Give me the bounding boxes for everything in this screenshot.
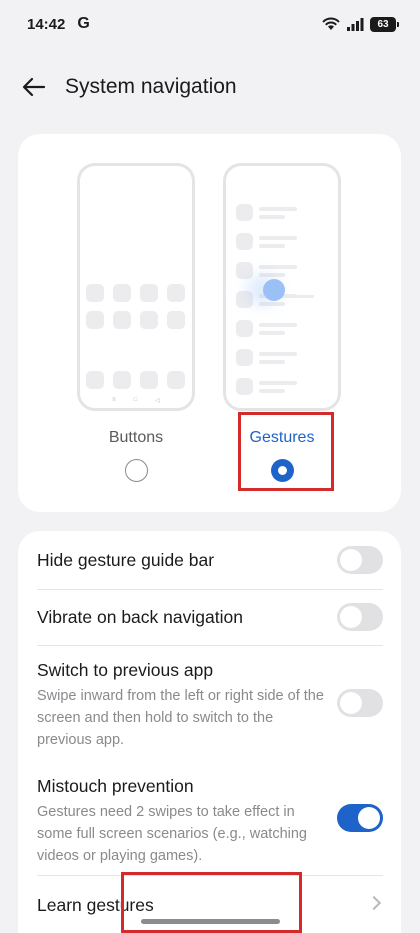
buttons-preview-phone[interactable]: ≡ □ ◁: [77, 163, 195, 411]
gestures-label: Gestures: [249, 429, 315, 446]
buttons-radio[interactable]: [125, 459, 148, 482]
hide-guide-bar-row[interactable]: Hide gesture guide bar: [37, 546, 383, 574]
header: System navigation: [0, 60, 420, 114]
hide-guide-bar-title: Hide gesture guide bar: [37, 550, 215, 570]
learn-gestures-row[interactable]: Learn gestures: [37, 894, 383, 916]
status-bar: 14:42 G 63: [0, 0, 420, 48]
page-title: System navigation: [65, 75, 237, 98]
app-grid: [80, 284, 192, 338]
chevron-right-icon: [366, 895, 382, 911]
learn-gestures-title: Learn gestures: [37, 895, 154, 915]
signal-icon: [347, 18, 364, 31]
mistouch-title: Mistouch prevention: [37, 776, 194, 796]
touch-indicator: [263, 279, 285, 301]
gestures-preview-phone[interactable]: [223, 163, 341, 411]
google-g-icon: G: [77, 15, 90, 32]
hide-guide-bar-toggle[interactable]: [337, 546, 383, 574]
vibrate-back-row[interactable]: Vibrate on back navigation: [37, 603, 383, 631]
menu-icon: ≡: [112, 397, 116, 403]
arrow-left-icon: [22, 77, 46, 97]
status-left: 14:42 G: [27, 15, 90, 33]
navigation-mode-card: ≡ □ ◁ Buttons Gestures: [18, 134, 401, 512]
divider: [37, 875, 383, 876]
switch-prev-toggle[interactable]: [337, 689, 383, 717]
gestures-radio[interactable]: [271, 459, 294, 482]
battery-level: 63: [377, 18, 389, 30]
buttons-label: Buttons: [108, 429, 164, 446]
status-right: 63: [322, 16, 399, 32]
list-preview: [226, 204, 338, 407]
dock-row: [80, 371, 192, 398]
mistouch-desc: Gestures need 2 swipes to take effect in…: [37, 804, 307, 864]
nav-buttons-icons: ≡ □ ◁: [80, 397, 192, 404]
back-icon: ◁: [155, 398, 160, 404]
switch-prev-row[interactable]: Switch to previous app Swipe inward from…: [37, 659, 383, 751]
back-button[interactable]: [18, 71, 50, 103]
vibrate-back-toggle[interactable]: [337, 603, 383, 631]
status-time: 14:42: [27, 15, 66, 33]
switch-prev-title: Switch to previous app: [37, 660, 214, 680]
wifi-icon: [322, 17, 340, 30]
swipe-line: [286, 295, 314, 298]
mistouch-row[interactable]: Mistouch prevention Gestures need 2 swip…: [37, 775, 383, 867]
battery-icon: 63: [370, 16, 399, 32]
home-indicator[interactable]: [141, 919, 280, 924]
divider: [37, 589, 383, 590]
home-icon: □: [133, 397, 138, 403]
switch-prev-desc: Swipe inward from the left or right side…: [37, 688, 324, 748]
vibrate-back-title: Vibrate on back navigation: [37, 607, 243, 627]
divider: [37, 645, 383, 646]
gesture-settings-card: Hide gesture guide bar Vibrate on back n…: [18, 531, 401, 933]
mistouch-toggle[interactable]: [337, 804, 383, 832]
